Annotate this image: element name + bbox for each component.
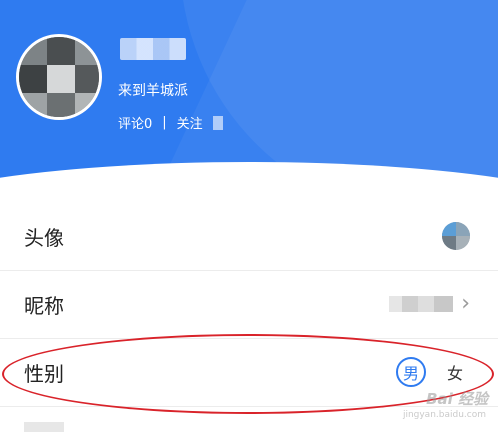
gender-option-female[interactable]: 女	[440, 357, 470, 387]
follow-count[interactable]: 关注	[177, 113, 203, 132]
follow-value-blurred	[212, 115, 223, 130]
nickname-value[interactable]: ›	[389, 293, 470, 315]
comments-count[interactable]: 评论0	[118, 113, 152, 132]
stats-separator: |	[162, 115, 167, 130]
avatar-thumbnail[interactable]	[442, 222, 470, 250]
nickname-blurred	[389, 296, 454, 312]
watermark-url: jingyan.baidu.com	[402, 410, 486, 420]
row-nickname[interactable]: 昵称 ›	[0, 270, 498, 338]
row-gender: 性别 男 女	[0, 338, 498, 406]
avatar-label: 头像	[24, 225, 64, 250]
watermark-logo: Bai 经验	[426, 390, 488, 408]
welcome-text: 来到羊城派	[118, 83, 188, 99]
username-blurred	[120, 38, 186, 60]
row-divider	[0, 406, 498, 407]
nickname-label: 昵称	[24, 293, 64, 318]
gender-label: 性别	[24, 361, 64, 386]
gender-option-male[interactable]: 男	[396, 357, 426, 387]
profile-header: 来到羊城派 评论0 | 关注	[0, 0, 498, 200]
avatar[interactable]	[16, 34, 102, 120]
next-row-label-partial	[24, 422, 64, 432]
chevron-right-icon: ›	[461, 291, 470, 316]
gender-selector: 男 女	[396, 357, 470, 387]
row-avatar[interactable]: 头像	[0, 202, 498, 270]
profile-stats: 评论0 | 关注	[118, 113, 223, 132]
